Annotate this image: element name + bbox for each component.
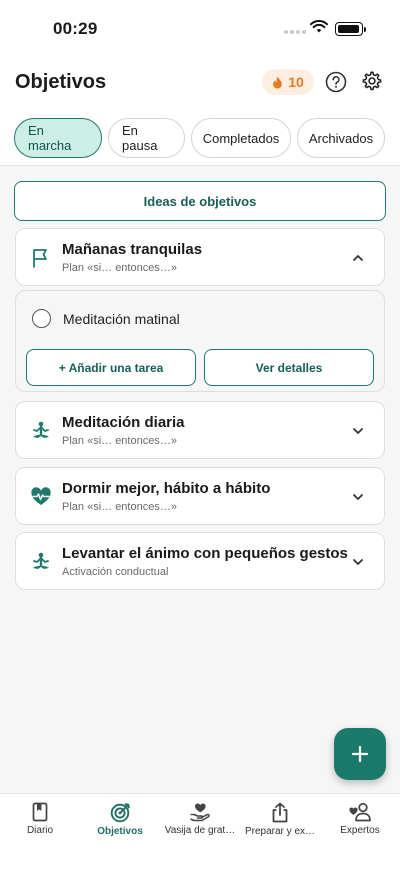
- filter-tabs: En marcha En pausa Completados Archivado…: [14, 118, 385, 158]
- battery-icon: [335, 22, 366, 36]
- chevron-down-icon[interactable]: [351, 555, 365, 569]
- status-time: 00:29: [53, 19, 98, 38]
- gratitude-jar-icon: [190, 803, 210, 822]
- streak-count: 10: [288, 74, 304, 90]
- add-task-button[interactable]: + Añadir una tarea: [26, 349, 196, 386]
- goal-subtitle: Plan «si… entonces…»: [62, 501, 177, 513]
- goal-ideas-button[interactable]: Ideas de objetivos: [14, 181, 386, 221]
- tab-en-marcha[interactable]: En marcha: [14, 118, 102, 158]
- chevron-up-icon[interactable]: [351, 251, 365, 265]
- tab-archivados[interactable]: Archivados: [297, 118, 385, 158]
- goal-card-mananas-tranquilas[interactable]: Mañanas tranquilas Plan «si… entonces…»: [15, 228, 385, 286]
- target-icon: [110, 803, 130, 823]
- goal-subtitle: Activación conductual: [62, 566, 169, 578]
- flag-icon: [33, 249, 47, 268]
- book-icon: [32, 802, 48, 822]
- nav-item-expertos[interactable]: Expertos: [320, 794, 400, 854]
- goal-card-dormir-mejor[interactable]: Dormir mejor, hábito a hábito Plan «si… …: [15, 467, 385, 525]
- share-icon: [272, 802, 288, 823]
- tab-completados[interactable]: Completados: [191, 118, 291, 158]
- signal-icon: [284, 30, 306, 34]
- goal-expanded-panel: Meditación matinal + Añadir una tarea Ve…: [15, 290, 385, 392]
- bottom-nav: Diario Objetivos Vasija de grat… Prepara…: [0, 793, 400, 869]
- wifi-icon: [310, 20, 328, 33]
- plus-icon: [351, 745, 369, 763]
- chevron-down-icon[interactable]: [351, 424, 365, 438]
- flame-icon: [273, 76, 283, 88]
- nav-label: Preparar y ex…: [244, 826, 316, 837]
- task-label[interactable]: Meditación matinal: [63, 311, 180, 327]
- goal-title: Meditación diaria: [62, 414, 185, 431]
- task-checkbox[interactable]: [32, 309, 51, 328]
- page-title: Objetivos: [15, 71, 107, 93]
- streak-badge[interactable]: 10: [262, 69, 314, 95]
- nav-label: Objetivos: [97, 826, 143, 837]
- nav-item-diario[interactable]: Diario: [0, 794, 80, 854]
- goal-subtitle: Plan «si… entonces…»: [62, 435, 177, 447]
- gear-icon[interactable]: [361, 70, 383, 92]
- experts-icon: [349, 802, 371, 822]
- nav-item-objetivos[interactable]: Objetivos: [80, 794, 160, 854]
- meditation-icon: [33, 552, 49, 569]
- add-goal-button[interactable]: [334, 728, 386, 780]
- nav-label: Diario: [26, 825, 54, 836]
- goal-subtitle: Plan «si… entonces…»: [62, 262, 177, 274]
- goal-card-meditacion-diaria[interactable]: Meditación diaria Plan «si… entonces…»: [15, 401, 385, 459]
- heartbeat-icon: [31, 487, 51, 505]
- goal-title: Dormir mejor, hábito a hábito: [62, 480, 271, 497]
- help-icon[interactable]: [325, 71, 347, 93]
- nav-label: Expertos: [340, 825, 380, 836]
- goal-title: Mañanas tranquilas: [62, 241, 203, 258]
- tab-en-pausa[interactable]: En pausa: [108, 118, 185, 158]
- goal-card-levantar-animo[interactable]: Levantar el ánimo con pequeños gestos Ac…: [15, 532, 385, 590]
- chevron-down-icon[interactable]: [351, 490, 365, 504]
- goal-title: Levantar el ánimo con pequeños gestos: [62, 545, 348, 562]
- view-details-button[interactable]: Ver detalles: [204, 349, 374, 386]
- nav-item-vasija[interactable]: Vasija de grat…: [160, 794, 240, 854]
- nav-item-preparar[interactable]: Preparar y ex…: [240, 794, 320, 854]
- status-bar: 00:29: [0, 0, 400, 56]
- meditation-icon: [33, 421, 49, 438]
- nav-label: Vasija de grat…: [164, 825, 236, 836]
